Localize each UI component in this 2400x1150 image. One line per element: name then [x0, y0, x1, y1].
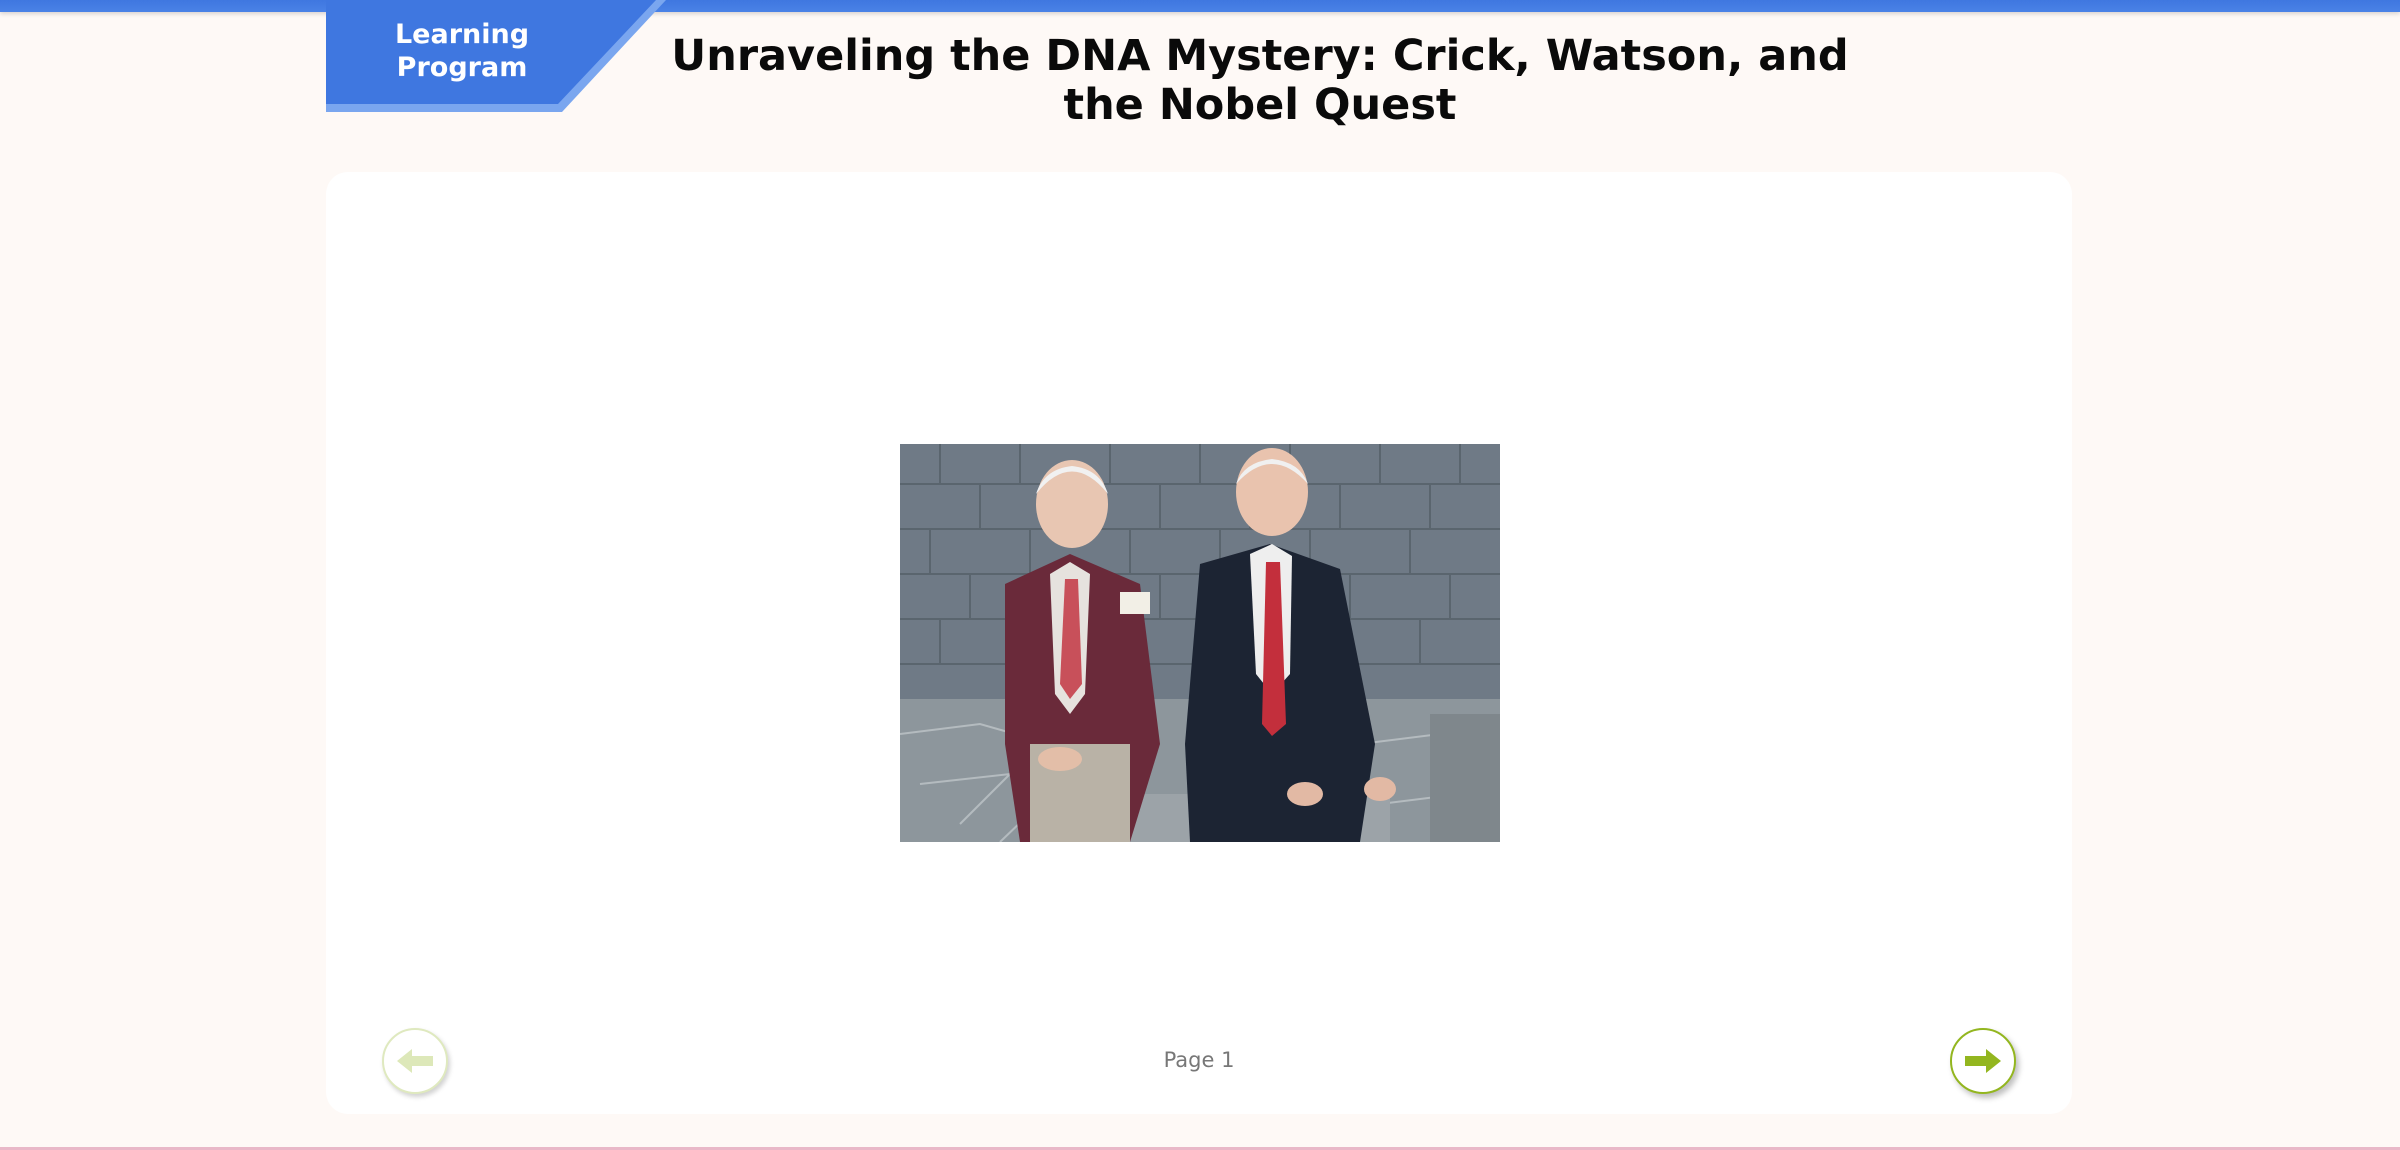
- page-number-label: Page 1: [1163, 1048, 1235, 1072]
- page-title: Unraveling the DNA Mystery: Crick, Watso…: [671, 31, 1849, 130]
- next-page-button[interactable]: [1950, 1028, 2016, 1094]
- learning-program-badge: Learning Program: [326, 0, 666, 112]
- badge-line-1: Learning: [394, 19, 530, 50]
- content-card: Page 1: [326, 172, 2072, 1114]
- portrait-photo: [900, 444, 1500, 842]
- badge-line-2: Program: [396, 52, 528, 83]
- arrow-right-icon: [1965, 1049, 2001, 1073]
